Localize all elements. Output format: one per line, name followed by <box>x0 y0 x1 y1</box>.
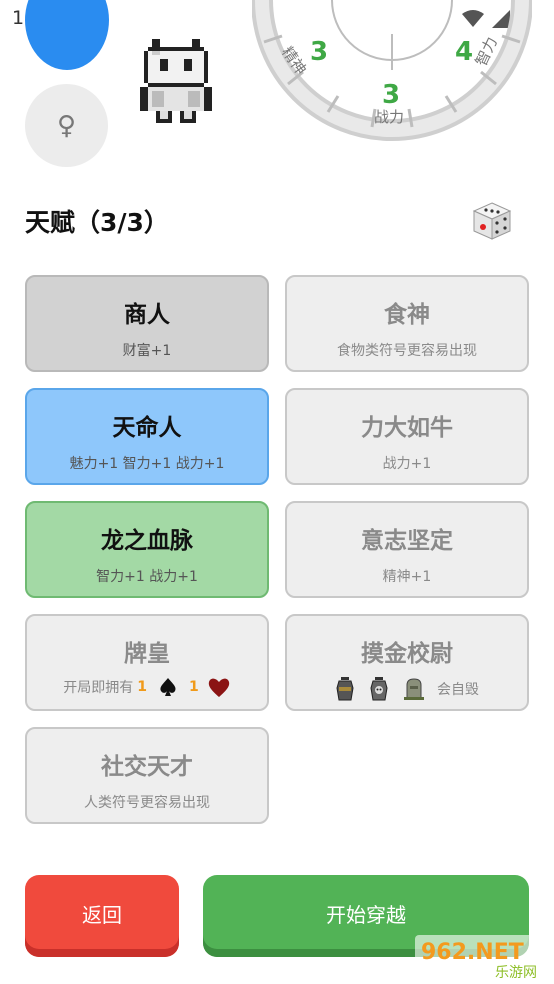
stats-dial: 3 精神 4 智力 3 战力 <box>252 0 532 141</box>
talent-desc: 战力+1 <box>382 456 432 472</box>
talent-card-tomb-raider[interactable]: 摸金校尉 会自毁 <box>285 614 529 711</box>
talent-desc-suffix: 会自毁 <box>437 682 479 698</box>
intelligence-value: 4 <box>455 37 473 67</box>
female-icon: ♀ <box>56 110 77 141</box>
talent-name: 食神 <box>384 302 430 328</box>
talent-name: 摸金校尉 <box>361 641 453 667</box>
talent-desc: 魅力+1 智力+1 战力+1 <box>69 456 225 472</box>
skull-urn-icon <box>370 677 388 701</box>
talent-card-card-king[interactable]: 牌皇 开局即拥有 1 1 <box>25 614 269 711</box>
talent-desc: 精神+1 <box>382 569 432 585</box>
spirit-value: 3 <box>310 37 328 67</box>
urn-icon <box>336 677 354 701</box>
character-avatar <box>140 39 212 123</box>
talent-desc: 智力+1 战力+1 <box>96 569 198 585</box>
talent-desc-prefix: 开局即拥有 <box>63 680 134 696</box>
dice-icon[interactable] <box>470 199 514 243</box>
talent-name: 社交天才 <box>101 754 193 780</box>
male-gender-button[interactable] <box>25 0 109 70</box>
watermark-logo: 962.NET 乐游网 <box>415 935 549 981</box>
talent-name: 意志坚定 <box>361 528 453 554</box>
talent-card-strong-will[interactable]: 意志坚定 精神+1 <box>285 501 529 598</box>
female-gender-button[interactable]: ♀ <box>25 84 108 167</box>
watermark-sub: 乐游网 <box>495 965 537 981</box>
app-screen: 10:36 ♀ <box>0 0 554 984</box>
talent-desc: 人类符号更容易出现 <box>84 795 210 811</box>
talent-card-dragon-blood[interactable]: 龙之血脉 智力+1 战力+1 <box>25 501 269 598</box>
talent-card-merchant[interactable]: 商人 财富+1 <box>25 275 269 372</box>
talent-desc: 开局即拥有 1 1 <box>27 676 267 698</box>
heart-icon <box>208 678 229 697</box>
spade-icon <box>160 678 176 696</box>
talent-card-destined-one[interactable]: 天命人 魅力+1 智力+1 战力+1 <box>25 388 269 485</box>
combat-label: 战力 <box>374 108 404 126</box>
watermark-brand: 962.NET <box>421 940 524 965</box>
talent-card-food-god[interactable]: 食神 食物类符号更容易出现 <box>285 275 529 372</box>
talent-card-social-genius[interactable]: 社交天才 人类符号更容易出现 <box>25 727 269 824</box>
talent-name: 天命人 <box>112 415 182 441</box>
talent-name: 力大如牛 <box>361 415 453 441</box>
talent-name: 龙之血脉 <box>101 528 193 554</box>
back-button[interactable]: 返回 <box>25 875 179 957</box>
tombstone-icon <box>404 678 424 700</box>
talent-desc: 财富+1 <box>122 343 172 359</box>
talent-name: 商人 <box>124 302 170 328</box>
talent-card-strong-as-ox[interactable]: 力大如牛 战力+1 <box>285 388 529 485</box>
talent-desc: 食物类符号更容易出现 <box>337 343 477 359</box>
combat-value: 3 <box>382 80 400 110</box>
heart-count: 1 <box>189 679 199 695</box>
talent-name: 牌皇 <box>124 641 170 667</box>
talent-title: 天赋（3/3） <box>25 208 169 237</box>
talent-desc: 会自毁 <box>287 676 527 702</box>
spade-count: 1 <box>137 679 147 695</box>
